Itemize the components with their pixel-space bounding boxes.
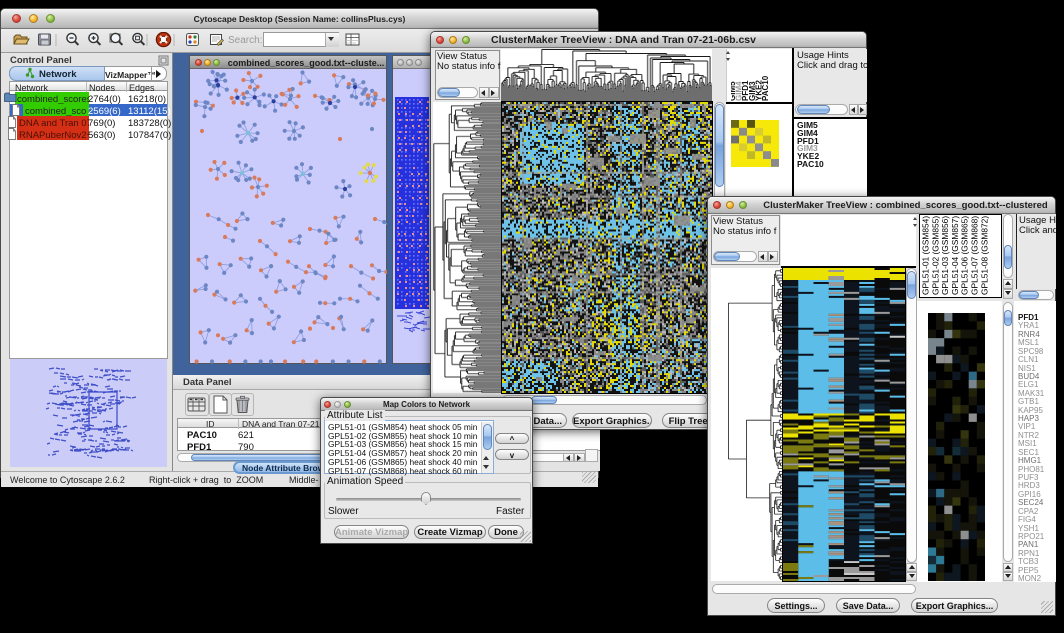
svg-text:PAC10: PAC10	[761, 75, 770, 101]
svg-text:GPL51-06 (GSM865): GPL51-06 (GSM865)	[960, 216, 970, 295]
svg-text:GPL51-02 (GSM855): GPL51-02 (GSM855)	[930, 216, 940, 295]
svg-text:GPL51-08 (GSM872): GPL51-08 (GSM872)	[979, 216, 989, 295]
svg-text:GPL51-03 (GSM856): GPL51-03 (GSM856)	[940, 216, 950, 295]
svg-text:GPL51-01 (GSM854): GPL51-01 (GSM854)	[921, 216, 931, 295]
svg-text:GPL51-07 (GSM868): GPL51-07 (GSM868)	[970, 216, 980, 295]
svg-text:GPL51-04 (GSM857): GPL51-04 (GSM857)	[950, 216, 960, 295]
